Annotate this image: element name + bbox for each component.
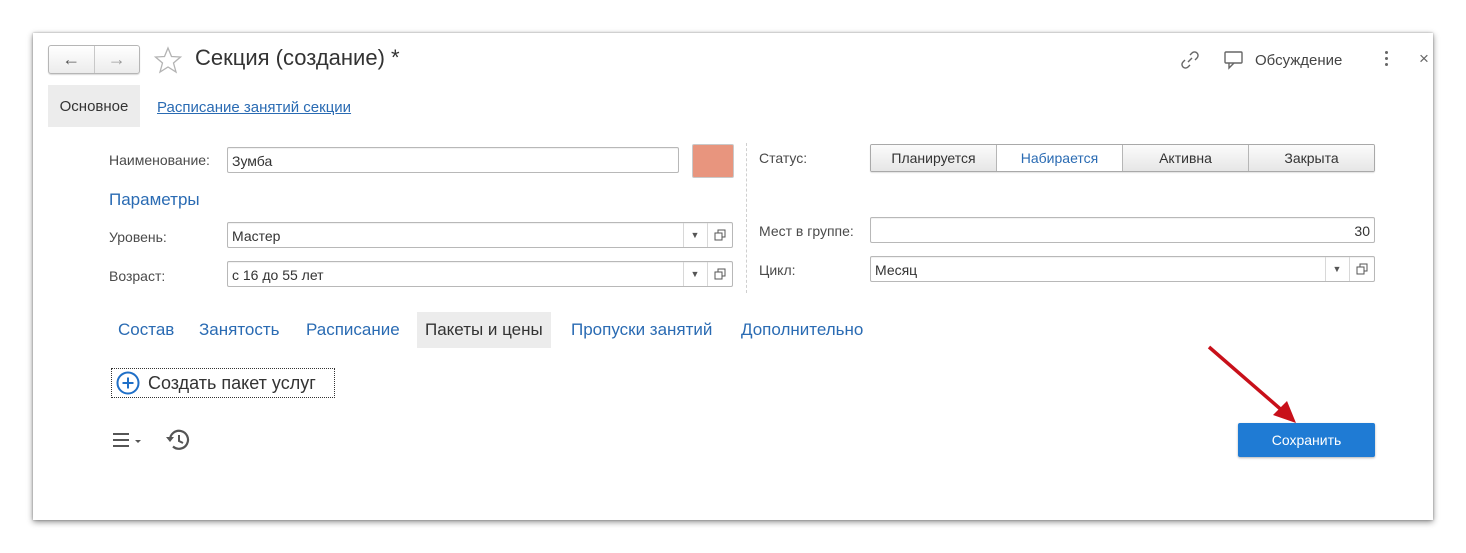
create-package-label: Создать пакет услуг [148, 372, 316, 393]
tab-timetable[interactable]: Расписание [306, 312, 400, 348]
level-select[interactable]: Мастер ▼ [227, 222, 733, 248]
tab-main[interactable]: Основное [48, 85, 140, 127]
plus-circle-icon [116, 371, 140, 395]
seats-field[interactable]: 30 [870, 217, 1375, 243]
chevron-down-icon[interactable]: ▼ [1325, 257, 1348, 281]
status-option-active[interactable]: Активна [1122, 145, 1248, 171]
seats-label: Мест в группе: [759, 223, 854, 239]
open-form-icon[interactable] [707, 262, 732, 286]
annotation-arrow [1207, 345, 1296, 423]
menu-icon[interactable] [111, 430, 145, 450]
chevron-down-icon[interactable]: ▼ [683, 262, 706, 286]
cycle-value: Месяц [875, 262, 918, 278]
back-arrow-icon[interactable]: ← [49, 46, 94, 73]
name-label: Наименование: [109, 152, 210, 168]
discussion-icon[interactable] [1223, 50, 1245, 70]
create-package-button[interactable]: Создать пакет услуг [111, 368, 335, 398]
discussion-link[interactable]: Обсуждение [1255, 52, 1342, 69]
level-label: Уровень: [109, 229, 167, 245]
more-vert-icon[interactable] [1385, 51, 1391, 66]
status-selector: Планируется Набирается Активна Закрыта [870, 144, 1375, 172]
close-icon[interactable]: × [1419, 49, 1429, 69]
open-form-icon[interactable] [1349, 257, 1374, 281]
forward-arrow-icon[interactable]: → [93, 46, 140, 73]
status-label: Статус: [759, 150, 808, 166]
column-divider [746, 143, 747, 293]
params-heading: Параметры [109, 190, 200, 209]
tab-additional[interactable]: Дополнительно [741, 312, 863, 348]
status-option-planned[interactable]: Планируется [871, 145, 996, 171]
page-title: Секция (создание) * [195, 45, 400, 70]
link-icon[interactable] [1180, 50, 1200, 70]
form-window: ← → Секция (создание) * Обсуждение × Осн… [33, 33, 1433, 520]
status-option-recruiting[interactable]: Набирается [996, 145, 1122, 171]
tab-composition[interactable]: Состав [118, 312, 174, 348]
tab-packages-prices[interactable]: Пакеты и цены [417, 312, 551, 348]
age-select[interactable]: с 16 до 55 лет ▼ [227, 261, 733, 287]
cycle-select[interactable]: Месяц ▼ [870, 256, 1375, 282]
nav-buttons: ← → [48, 45, 140, 74]
age-value: с 16 до 55 лет [232, 267, 324, 283]
age-label: Возраст: [109, 268, 166, 284]
cycle-label: Цикл: [759, 262, 796, 278]
name-field[interactable]: Зумба [227, 147, 679, 173]
status-option-closed[interactable]: Закрыта [1248, 145, 1374, 171]
tab-main-label: Основное [59, 97, 129, 115]
level-value: Мастер [232, 228, 281, 244]
star-icon[interactable] [153, 46, 183, 74]
tab-occupancy[interactable]: Занятость [199, 312, 280, 348]
tab-absences[interactable]: Пропуски занятий [571, 312, 712, 348]
chevron-down-icon[interactable]: ▼ [683, 223, 706, 247]
save-button[interactable]: Сохранить [1238, 423, 1375, 457]
open-form-icon[interactable] [707, 223, 732, 247]
tab-schedule[interactable]: Расписание занятий секции [157, 99, 351, 116]
history-icon[interactable] [164, 427, 192, 453]
color-swatch[interactable] [692, 144, 734, 178]
